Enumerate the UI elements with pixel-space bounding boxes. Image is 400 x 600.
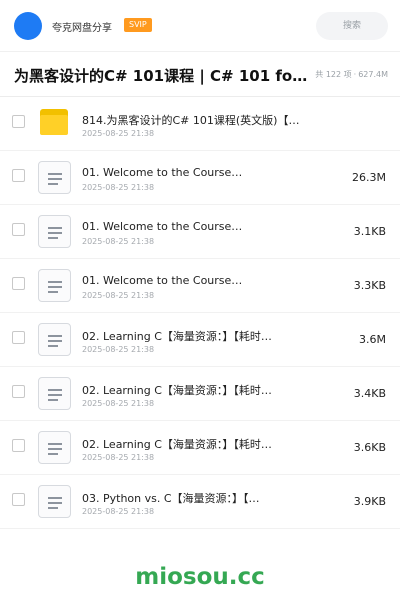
file-name[interactable]: 814.为黑客设计的C# 101课程(英文版)【U…: [82, 112, 302, 128]
file-date: 2025-08-25 21:38: [82, 291, 155, 300]
file-row[interactable]: 02. Learning C【海量资源：】【耗时… 2025-08-25 21:…: [0, 313, 400, 367]
row-checkbox[interactable]: [12, 223, 25, 236]
file-date: 2025-08-25 21:38: [82, 129, 155, 138]
document-icon: [38, 323, 71, 356]
file-date: 2025-08-25 21:38: [82, 507, 155, 516]
file-row[interactable]: 01. Welcome to the Course… 2025-08-25 21…: [0, 151, 400, 205]
file-size: 3.4KB: [353, 387, 386, 400]
document-icon: [38, 215, 71, 248]
file-size: 3.6KB: [353, 441, 386, 454]
top-bar: 夸克网盘分享 SVIP 搜索: [0, 0, 400, 52]
file-size: 3.3KB: [353, 279, 386, 292]
file-date: 2025-08-25 21:38: [82, 237, 155, 246]
file-date: 2025-08-25 21:38: [82, 345, 155, 354]
file-size: 3.9KB: [353, 495, 386, 508]
file-name[interactable]: 01. Welcome to the Course…: [82, 166, 302, 179]
search-placeholder: 搜索: [342, 21, 361, 31]
row-checkbox[interactable]: [12, 439, 25, 452]
file-date: 2025-08-25 21:38: [82, 453, 155, 462]
file-date: 2025-08-25 21:38: [82, 399, 155, 408]
row-checkbox[interactable]: [12, 277, 25, 290]
folder-icon: [38, 107, 71, 140]
footer-brand: miosou.cc: [135, 564, 265, 590]
file-row[interactable]: 01. Welcome to the Course… 2025-08-25 21…: [0, 259, 400, 313]
row-checkbox[interactable]: [12, 115, 25, 128]
file-name[interactable]: 01. Welcome to the Course…: [82, 274, 302, 287]
file-row[interactable]: 814.为黑客设计的C# 101课程(英文版)【U… 2025-08-25 21…: [0, 97, 400, 151]
row-checkbox[interactable]: [12, 493, 25, 506]
file-size: 3.1KB: [353, 225, 386, 238]
meta-separator: ·: [353, 70, 357, 79]
row-checkbox[interactable]: [12, 169, 25, 182]
item-count: 共 122 项: [315, 70, 352, 79]
file-row[interactable]: 01. Welcome to the Course… 2025-08-25 21…: [0, 205, 400, 259]
file-name[interactable]: 02. Learning C【海量资源：】【耗时…: [82, 328, 302, 344]
document-icon: [38, 377, 71, 410]
folder-header: 为黑客设计的C# 101课程 | C# 101 for Hac… 共 122 项…: [0, 53, 400, 97]
document-icon: [38, 485, 71, 518]
file-row[interactable]: 02. Learning C【海量资源：】【耗时… 2025-08-25 21:…: [0, 367, 400, 421]
total-size: 627.4M: [358, 70, 388, 79]
file-name[interactable]: 03. Python vs. C【海量资源：】【…: [82, 490, 302, 506]
document-icon: [38, 161, 71, 194]
row-checkbox[interactable]: [12, 331, 25, 344]
file-name[interactable]: 02. Learning C【海量资源：】【耗时…: [82, 382, 302, 398]
avatar[interactable]: [14, 12, 42, 40]
vip-badge: SVIP: [124, 18, 152, 32]
file-name[interactable]: 02. Learning C【海量资源：】【耗时…: [82, 436, 302, 452]
search-input[interactable]: 搜索: [316, 12, 388, 40]
username[interactable]: 夸克网盘分享: [52, 19, 112, 34]
file-row[interactable]: 03. Python vs. C【海量资源：】【… 2025-08-25 21:…: [0, 475, 400, 529]
document-icon: [38, 269, 71, 302]
folder-meta: 共 122 项 · 627.4M: [315, 69, 388, 80]
file-size: 3.6M: [359, 333, 386, 346]
file-name[interactable]: 01. Welcome to the Course…: [82, 220, 302, 233]
file-list: 814.为黑客设计的C# 101课程(英文版)【U… 2025-08-25 21…: [0, 97, 400, 529]
file-date: 2025-08-25 21:38: [82, 183, 155, 192]
file-row[interactable]: 02. Learning C【海量资源：】【耗时… 2025-08-25 21:…: [0, 421, 400, 475]
row-checkbox[interactable]: [12, 385, 25, 398]
page-title: 为黑客设计的C# 101课程 | C# 101 for Hac…: [14, 67, 314, 85]
file-size: 26.3M: [352, 171, 386, 184]
document-icon: [38, 431, 71, 464]
